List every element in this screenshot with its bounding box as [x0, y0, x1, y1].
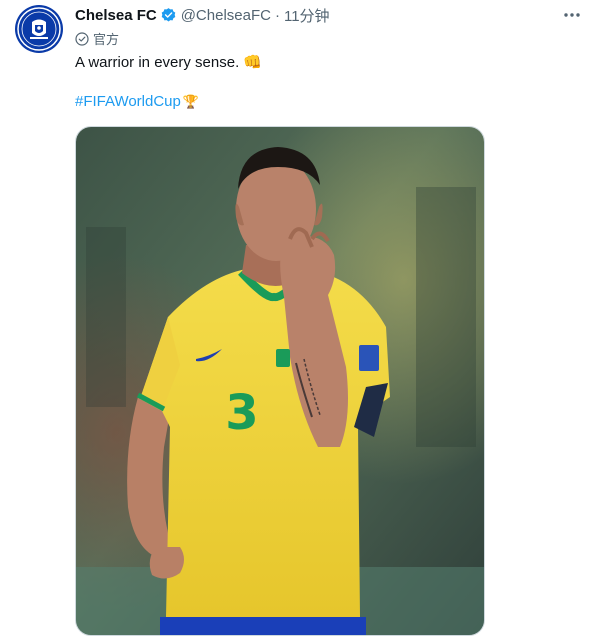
- separator-dot: ·: [274, 6, 280, 24]
- tweet-text-body: A warrior in every sense.: [75, 54, 240, 71]
- chelsea-crest-icon: [17, 7, 61, 51]
- media-image[interactable]: 3: [75, 126, 485, 636]
- more-icon: [564, 13, 580, 17]
- jersey-number: 3: [225, 385, 258, 441]
- official-check-icon: [75, 31, 89, 46]
- more-button[interactable]: [560, 6, 584, 24]
- fist-emoji: 👊: [243, 54, 263, 71]
- author-handle[interactable]: @ChelseaFC: [181, 7, 271, 24]
- tweet-header: Chelsea FC @ChelseaFC · 11分钟: [75, 5, 330, 25]
- official-label: 官方: [93, 32, 120, 47]
- post-time[interactable]: 11分钟: [284, 5, 330, 26]
- official-label-row: 官方: [75, 29, 119, 48]
- author-name[interactable]: Chelsea FC: [75, 7, 157, 24]
- tweet-text: A warrior in every sense. 👊: [75, 53, 262, 73]
- hashtag-link[interactable]: #FIFAWorldCup: [75, 92, 181, 112]
- verified-badge-icon: [160, 7, 177, 24]
- trophy-emoji: 🏆: [182, 94, 200, 109]
- player-photo: 3: [76, 127, 484, 635]
- hashtag-line: #FIFAWorldCup 🏆: [75, 92, 199, 112]
- tweet[interactable]: Chelsea FC @ChelseaFC · 11分钟 官方 A warrio…: [0, 0, 594, 641]
- avatar[interactable]: [15, 5, 63, 53]
